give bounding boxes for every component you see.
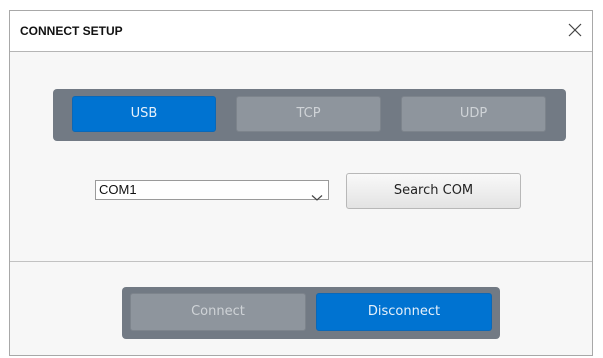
- dialog-title: CONNECT SETUP: [20, 24, 123, 38]
- disconnect-button[interactable]: Disconnect: [316, 293, 492, 331]
- dialog-content: [10, 52, 592, 260]
- connection-toggle: Connect Disconnect: [122, 287, 500, 339]
- connect-button[interactable]: Connect: [130, 293, 306, 331]
- search-com-button[interactable]: Search COM: [346, 173, 521, 209]
- chevron-down-icon: [311, 187, 323, 206]
- com-port-select[interactable]: COM1: [95, 180, 329, 201]
- close-icon[interactable]: [564, 19, 586, 41]
- title-bar: CONNECT SETUP: [10, 11, 592, 52]
- com-port-value: COM1: [99, 182, 137, 197]
- protocol-tcp-button[interactable]: TCP: [236, 96, 381, 132]
- protocol-udp-button[interactable]: UDP: [401, 96, 546, 132]
- protocol-selector: USB TCP UDP: [53, 89, 566, 141]
- protocol-usb-button[interactable]: USB: [72, 96, 216, 132]
- connect-setup-dialog: CONNECT SETUP USB TCP UDP COM1 Search CO…: [9, 10, 593, 356]
